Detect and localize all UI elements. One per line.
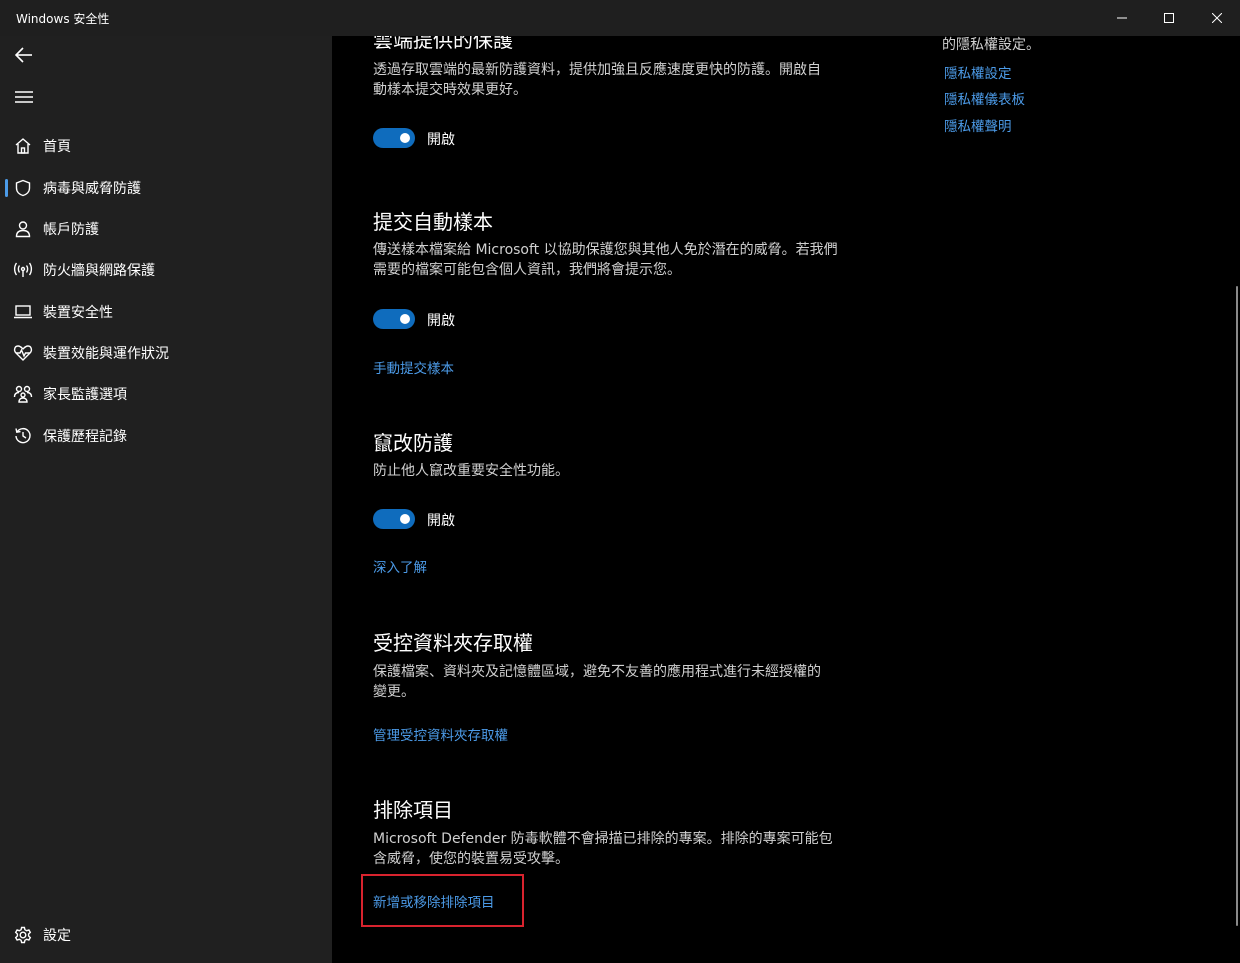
sidebar-item-label: 帳戶防護 [43,222,99,238]
manage-controlled-folder-access-link[interactable]: 管理受控資料夾存取權 [373,724,508,744]
maximize-button[interactable] [1146,0,1192,36]
sidebar-item-label: 裝置效能與運作狀況 [43,346,169,362]
scrollbar[interactable] [1236,286,1238,926]
back-arrow-icon [15,47,32,63]
sidebar-item-label: 保護歷程記錄 [43,429,127,445]
sample-submission-toggle-label: 開啟 [427,313,455,329]
section-title-sample-submission: 提交自動樣本 [373,210,493,234]
section-title-controlled-folder-access: 受控資料夾存取權 [373,631,533,655]
selection-indicator [5,179,8,197]
sidebar-item-firewall[interactable]: 防火牆與網路保護 [0,252,332,288]
close-button[interactable] [1194,0,1240,36]
minimize-icon [1117,17,1127,19]
privacy-settings-link[interactable]: 隱私權設定 [944,62,1012,82]
maximize-icon [1164,13,1174,23]
home-icon [13,136,33,156]
sidebar-item-label: 裝置安全性 [43,305,113,321]
title-bar: Windows 安全性 [0,0,1240,36]
family-icon [13,384,33,404]
sidebar-item-label: 防火牆與網路保護 [43,263,155,279]
person-icon [13,219,33,239]
sidebar-item-protection-history[interactable]: 保護歷程記錄 [0,418,332,454]
gear-icon [13,925,33,945]
privacy-dashboard-link[interactable]: 隱私權儀表板 [944,88,1025,108]
section-title-exclusions: 排除項目 [373,798,453,822]
learn-more-link[interactable]: 深入了解 [373,556,427,576]
sidebar-item-label: 設定 [43,928,71,944]
cloud-protection-toggle-label: 開啟 [427,132,455,148]
sidebar-item-label: 病毒與威脅防護 [43,181,141,197]
sidebar: 首頁 病毒與威脅防護 帳戶防護 防火牆與網路保護 裝置安全性 裝置效能與運作狀況 [0,36,332,963]
sidebar-item-label: 首頁 [43,139,71,155]
sidebar-item-label: 家長監護選項 [43,387,127,403]
close-icon [1212,13,1222,23]
tamper-protection-description: 防止他人竄改重要安全性功能。 [373,463,569,479]
submit-sample-manually-link[interactable]: 手動提交樣本 [373,357,454,377]
exclusions-description: Microsoft Defender 防毒軟體不會掃描已排除的專案。排除的專案可… [373,831,833,867]
shield-icon [13,178,33,198]
add-remove-exclusions-link[interactable]: 新增或移除排除項目 [373,891,495,911]
sidebar-item-home[interactable]: 首頁 [0,128,332,164]
window-title: Windows 安全性 [16,12,110,26]
sidebar-item-family-options[interactable]: 家長監護選項 [0,376,332,412]
menu-button[interactable] [12,85,36,109]
sidebar-item-device-security[interactable]: 裝置安全性 [0,294,332,330]
laptop-icon [13,302,33,322]
section-title-cloud-protection: 雲端提供的保護 [373,36,513,52]
sidebar-item-settings[interactable]: 設定 [0,917,332,953]
privacy-settings-text: 的隱私權設定。 [942,37,1040,53]
tamper-protection-toggle-label: 開啟 [427,513,455,529]
sidebar-item-device-performance[interactable]: 裝置效能與運作狀況 [0,335,332,371]
main-content: 雲端提供的保護 透過存取雲端的最新防護資料，提供加強且反應速度更快的防護。開啟自… [332,36,1240,963]
hamburger-menu-icon [15,91,33,103]
sample-submission-toggle[interactable] [373,309,415,329]
controlled-folder-access-description: 保護檔案、資料夾及記憶體區域，避免不友善的應用程式進行未經授權的 變更。 [373,664,821,700]
cloud-protection-description: 透過存取雲端的最新防護資料，提供加強且反應速度更快的防護。開啟自 動樣本提交時效… [373,62,821,98]
history-icon [13,426,33,446]
sidebar-item-virus-protection[interactable]: 病毒與威脅防護 [0,170,332,206]
sidebar-item-account-protection[interactable]: 帳戶防護 [0,211,332,247]
sample-submission-description: 傳送樣本檔案給 Microsoft 以協助保護您與其他人免於潛在的威脅。若我們 … [373,242,838,278]
privacy-statement-link[interactable]: 隱私權聲明 [944,115,1012,135]
minimize-button[interactable] [1099,0,1145,36]
wireless-icon [13,260,33,280]
heart-pulse-icon [13,343,33,363]
section-title-tamper-protection: 竄改防護 [373,431,453,455]
tamper-protection-toggle[interactable] [373,509,415,529]
cloud-protection-toggle[interactable] [373,128,415,148]
back-button[interactable] [12,43,36,67]
